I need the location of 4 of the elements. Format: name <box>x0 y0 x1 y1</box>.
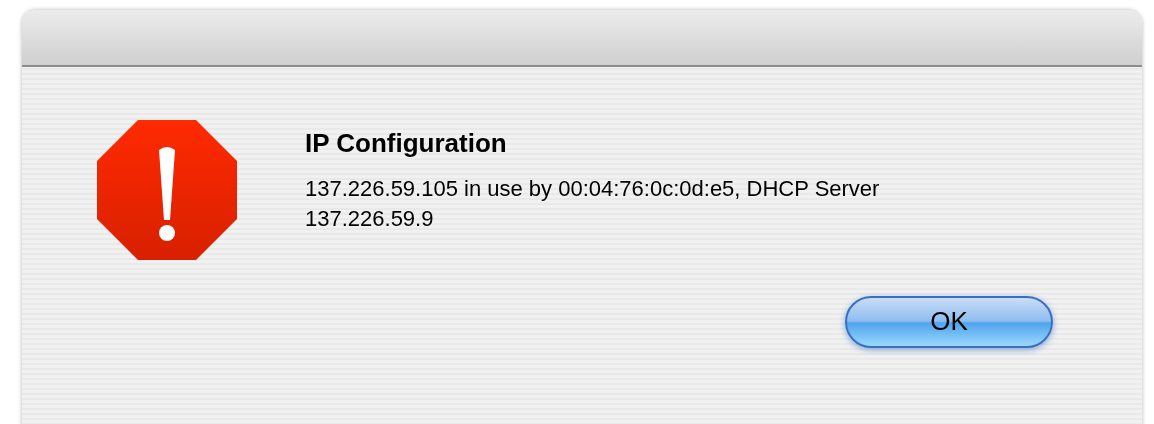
ok-button[interactable]: OK <box>845 295 1053 348</box>
alert-message: 137.226.59.105 in use by 00:04:76:0c:0d:e5, DHCP Server 137.226.59.9 <box>305 174 881 233</box>
stop-alert-icon <box>96 120 237 260</box>
alert-title: IP Configuration <box>305 127 508 160</box>
